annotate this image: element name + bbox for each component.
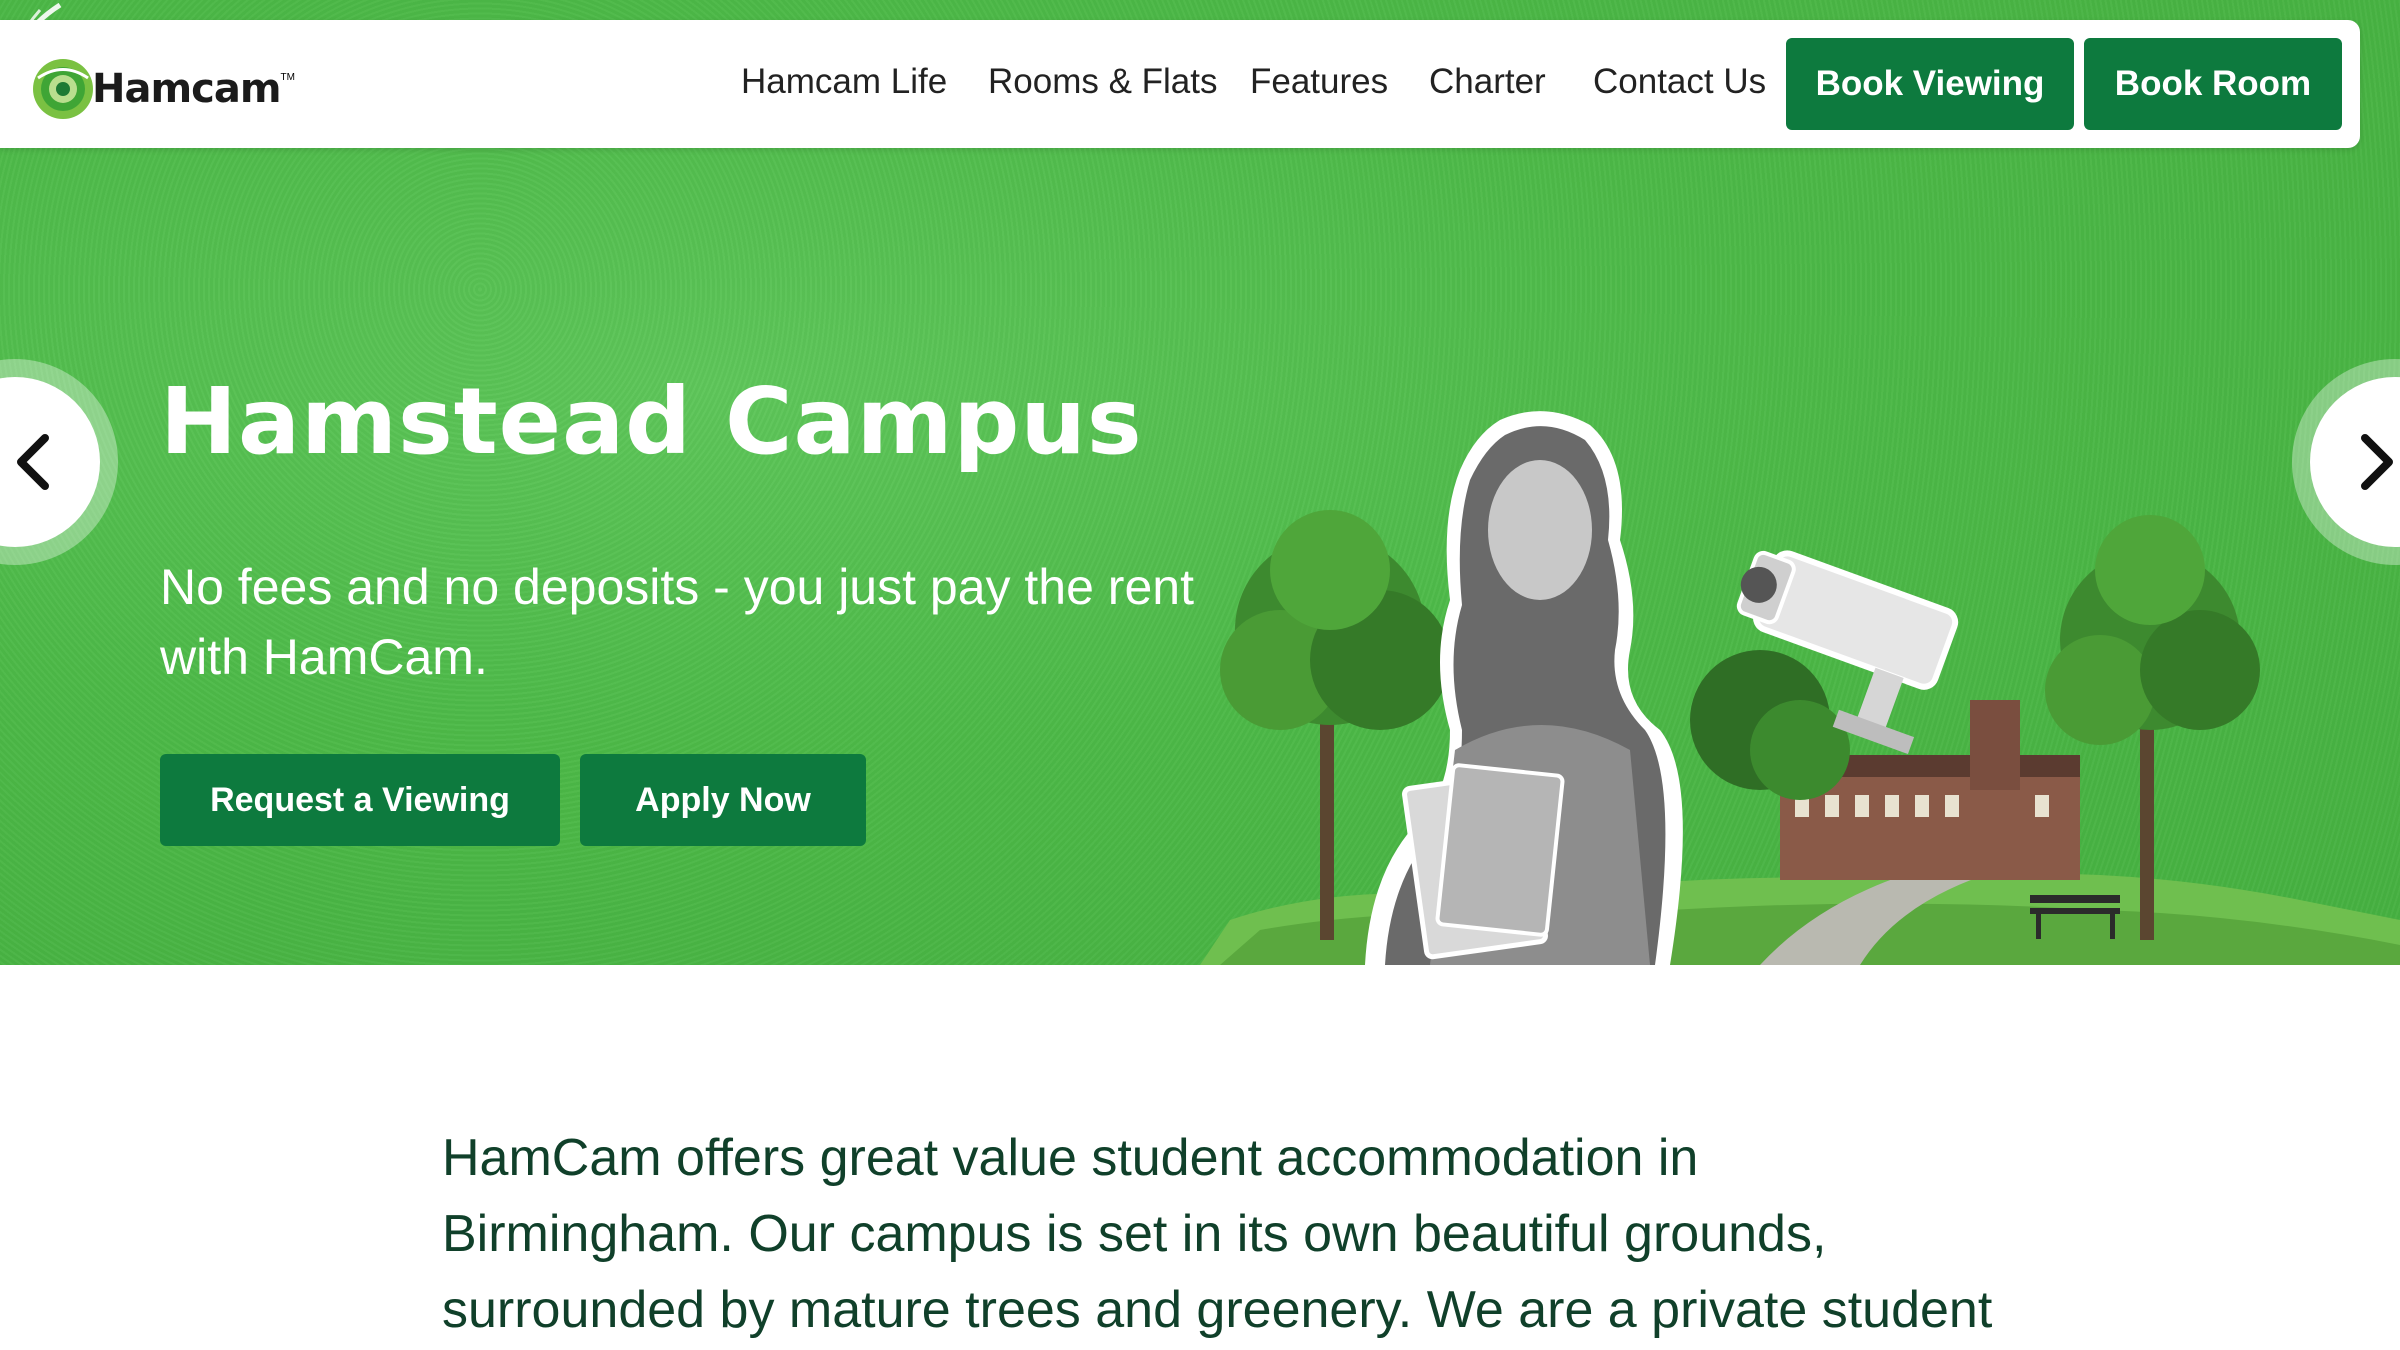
hero-illustration <box>1200 411 2400 965</box>
book-viewing-button[interactable]: Book Viewing <box>1786 38 2074 130</box>
chevron-left-icon <box>17 434 49 490</box>
logo-mark-icon <box>33 59 93 119</box>
apply-now-button[interactable]: Apply Now <box>580 754 866 846</box>
carousel-prev-button[interactable] <box>0 377 100 547</box>
top-navbar: Hamcam TM Hamcam Life Rooms & Flats Feat… <box>0 2 2360 148</box>
book-room-button[interactable]: Book Room <box>2084 38 2342 130</box>
nav-link-features[interactable]: Features <box>1250 62 1388 102</box>
chevron-right-icon <box>2361 434 2393 490</box>
logo-trademark: TM <box>280 71 295 83</box>
hero-banner: Hamstead Campus No fees and no deposits … <box>0 0 2400 965</box>
logo-wordmark: Hamcam <box>92 66 282 112</box>
nav-link-charter[interactable]: Charter <box>1429 62 1546 102</box>
nav-link-hamcam-life[interactable]: Hamcam Life <box>741 62 947 102</box>
nav-link-contact-us[interactable]: Contact Us <box>1593 62 1766 102</box>
nav-link-rooms-flats[interactable]: Rooms & Flats <box>988 62 1218 102</box>
hero-subtitle: No fees and no deposits - you just pay t… <box>160 559 1194 685</box>
request-viewing-button[interactable]: Request a Viewing <box>160 754 560 846</box>
hero-title: Hamstead Campus <box>160 368 1143 475</box>
intro-paragraph: HamCam offers great value student accomm… <box>442 1129 1993 1339</box>
hamcam-logo[interactable]: Hamcam TM <box>30 54 295 124</box>
